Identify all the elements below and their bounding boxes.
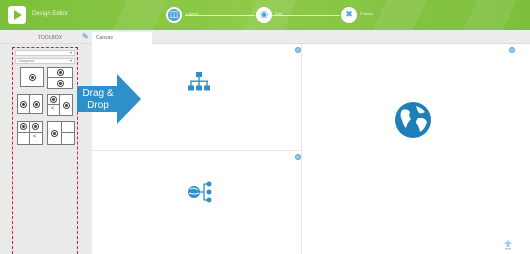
drag-drop-line1: Drag & [82,88,114,99]
drag-drop-label: Drag & Drop [78,88,118,112]
widget-icon [50,96,57,103]
panel-settings-icon[interactable] [295,47,301,53]
toolbox-category-select[interactable]: Categories ▾ [15,58,75,64]
widget-icon [20,123,27,130]
upload-icon[interactable] [504,240,512,250]
panel-settings-icon[interactable] [509,47,515,53]
layout-step-icon[interactable]: ◫ [166,7,182,23]
chevron-left-icon: < [51,106,55,112]
layout-tile-two-rows[interactable] [47,67,73,89]
chevron-down-icon: ▾ [69,58,72,63]
publish-step-icon[interactable]: ✖ [341,7,357,23]
chevron-left-icon: < [33,134,37,140]
widget-icon [33,101,40,108]
layout-tile-three-cells[interactable]: < [47,94,73,116]
widget-icon [29,74,36,81]
toolbox-category-value: Categories [18,59,35,63]
layout-tile-two-columns[interactable] [17,94,43,114]
network-globe-icon[interactable] [186,180,212,204]
sitemap-icon[interactable] [188,72,210,92]
tab-canvas[interactable]: Canvas [92,32,152,44]
pencil-icon[interactable]: ✎ [82,32,89,41]
panel-settings-icon[interactable] [295,154,301,160]
panel-divider [301,44,302,254]
decor-stripe [373,0,427,30]
app-logo-icon[interactable] [8,6,26,24]
widget-icon [20,101,27,108]
layout-cell [61,132,75,145]
step-label-edit: Edit [275,11,282,16]
step-label-publish: Publish [360,11,374,16]
widget-icon [51,130,58,137]
panel-divider [92,150,301,151]
widget-icon [63,102,70,109]
drag-drop-line2: Drop [87,100,109,111]
tab-toolbox[interactable]: TOOLBOX [10,33,90,44]
step-connector [272,15,340,16]
canvas-area[interactable] [92,44,530,254]
widget-icon [57,69,64,76]
layout-tile-single[interactable] [20,67,44,87]
toolbox-filter-select[interactable]: ▾ [15,50,75,56]
globe-icon[interactable] [394,101,432,139]
decor-stripe [463,0,517,30]
chevron-down-icon: ▾ [69,50,72,55]
app-title: Design Editor [32,11,69,17]
decor-stripe [113,0,167,30]
widget-icon [57,80,64,87]
widget-icon [32,123,39,130]
layout-tile-grid[interactable]: < [17,121,43,145]
step-label-layout: Layout [186,11,199,16]
layout-tile-wide-side[interactable] [47,121,75,145]
layout-cell [17,132,30,145]
edit-step-icon[interactable]: ◉ [256,7,272,23]
